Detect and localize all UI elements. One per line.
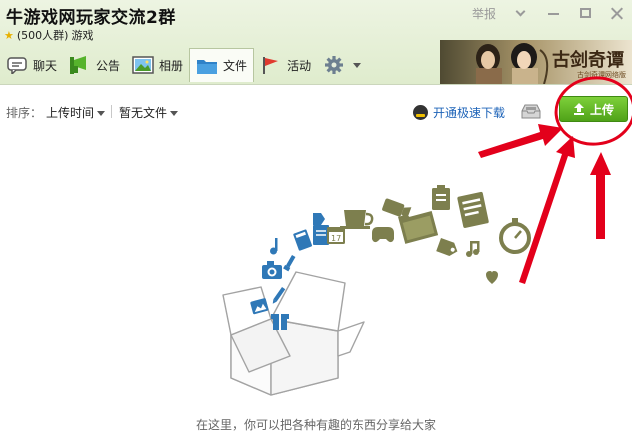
notebook-icon <box>457 191 489 228</box>
empty-state-illustration: 17 <box>222 185 531 396</box>
paint-brush-icon <box>283 255 296 272</box>
music-notes-icon <box>466 241 480 257</box>
camera-icon <box>262 261 282 279</box>
tag-icon <box>313 213 325 225</box>
calendar-icon: 17 <box>327 227 345 244</box>
clipboard-icon <box>432 185 450 210</box>
stopwatch-icon <box>499 218 531 254</box>
open-box-image <box>222 271 365 396</box>
document-icon <box>313 225 329 245</box>
svg-text:17: 17 <box>331 234 341 243</box>
empty-state-message: 在这里，你可以把各种有趣的东西分享给大家 <box>195 418 436 432</box>
gamepad-icon <box>372 227 394 243</box>
book-icon <box>293 229 313 251</box>
heart-icon <box>486 271 498 284</box>
gift-icon <box>271 314 289 330</box>
price-tag-icon <box>436 238 458 256</box>
coffee-cup-icon <box>340 210 374 229</box>
music-note-icon <box>270 238 278 255</box>
